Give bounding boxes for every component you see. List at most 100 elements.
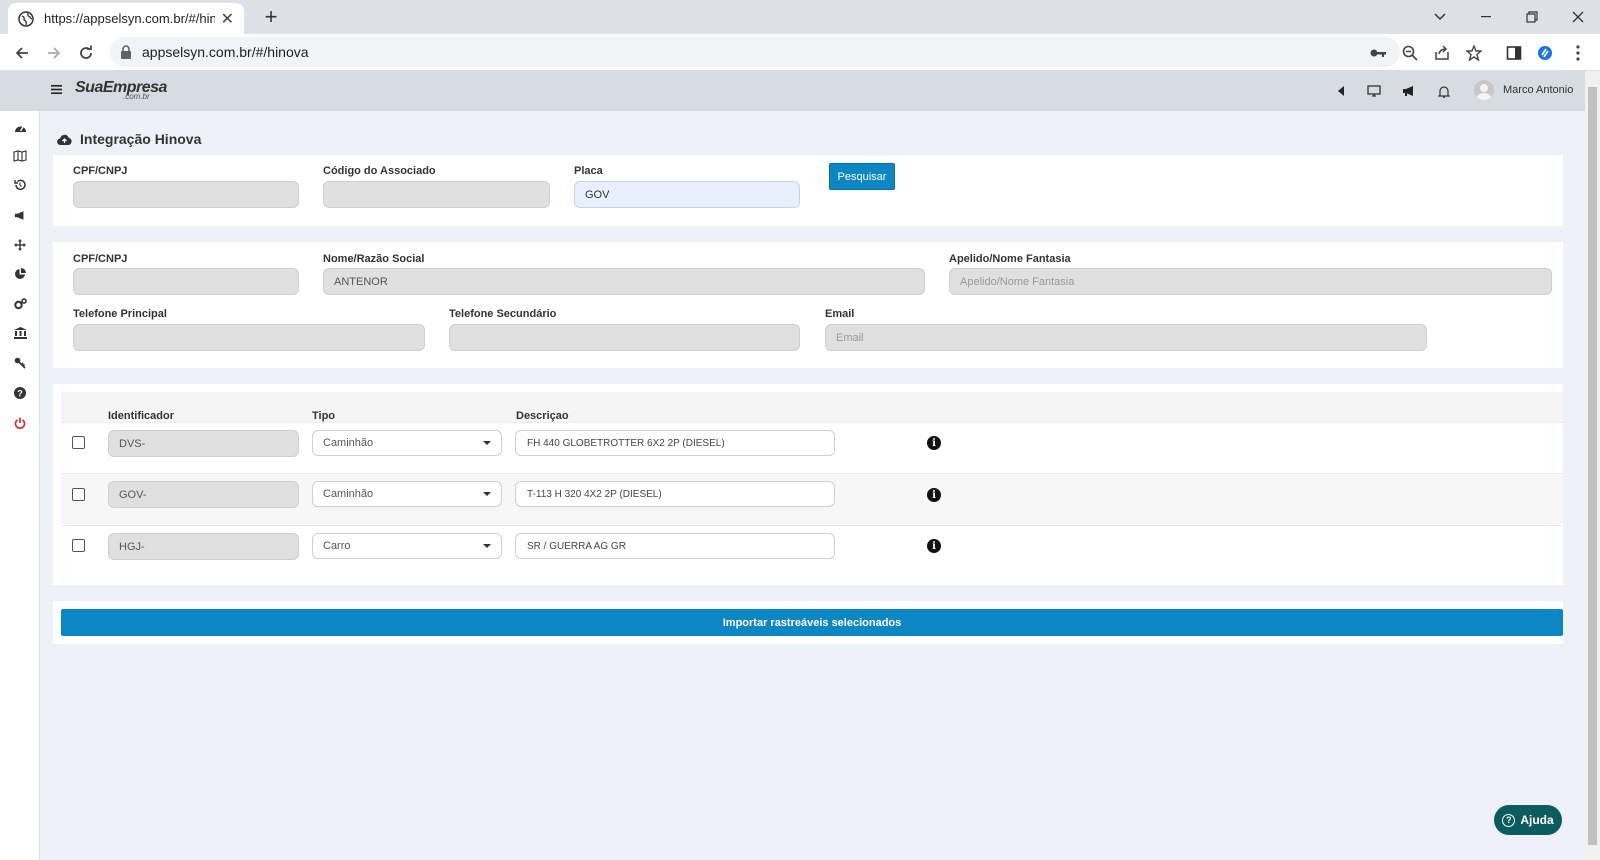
- back-icon[interactable]: [9, 40, 35, 66]
- search-cpf-label: CPF/CNPJ: [73, 165, 128, 177]
- browser-tabstrip: https://appselsyn.com.br/#/hinova ✕ +: [0, 0, 1600, 34]
- close-tab-icon[interactable]: ✕: [221, 9, 234, 29]
- chevron-down-icon: [483, 441, 491, 445]
- row-checkbox[interactable]: [72, 539, 85, 552]
- info-icon[interactable]: i: [927, 488, 941, 502]
- info-icon[interactable]: i: [927, 436, 941, 450]
- extension-icon[interactable]: [1535, 43, 1555, 63]
- email-label: Email: [825, 308, 855, 320]
- importar-button[interactable]: Importar rastreáveis selecionados: [61, 609, 1563, 636]
- search-codigo-label: Código do Associado: [323, 165, 436, 177]
- row-identificador[interactable]: DVS-: [108, 430, 299, 457]
- row-checkbox[interactable]: [72, 488, 85, 501]
- bell-icon[interactable]: [1436, 83, 1452, 99]
- col-tipo: Tipo: [312, 410, 336, 422]
- page-title: Integração Hinova: [57, 131, 201, 147]
- key-icon[interactable]: [12, 355, 28, 371]
- help-icon: ?: [1502, 813, 1516, 827]
- map-icon[interactable]: [12, 148, 28, 164]
- pesquisar-button[interactable]: Pesquisar: [829, 163, 895, 190]
- new-tab-button[interactable]: +: [258, 4, 284, 30]
- apelido-input[interactable]: Apelido/Nome Fantasia: [949, 268, 1552, 295]
- minimize-icon[interactable]: [1463, 0, 1509, 34]
- telefone-secundario-input[interactable]: [449, 324, 800, 351]
- telefone-secundario-label: Telefone Secundário: [449, 308, 557, 320]
- chevron-down-icon: [483, 492, 491, 496]
- help-circle-icon[interactable]: ?: [12, 385, 28, 401]
- row-tipo-select[interactable]: Caminhão: [312, 481, 502, 507]
- share-icon[interactable]: [1432, 43, 1452, 63]
- hamburger-menu-icon[interactable]: [51, 84, 62, 95]
- collapse-left-icon[interactable]: [1333, 83, 1349, 99]
- row-tipo-value: Carro: [323, 540, 351, 552]
- search-codigo-input[interactable]: [323, 181, 550, 208]
- nome-input[interactable]: ANTENOR: [323, 268, 925, 295]
- search-cpf-input[interactable]: [73, 181, 299, 208]
- arrows-icon[interactable]: [12, 237, 28, 253]
- megaphone-icon[interactable]: [1401, 83, 1417, 99]
- address-bar[interactable]: appselsyn.com.br/#/hinova: [110, 37, 1400, 67]
- svg-text:?: ?: [17, 388, 23, 398]
- telefone-principal-input[interactable]: [73, 324, 425, 351]
- chevron-down-icon: [483, 544, 491, 548]
- reload-icon[interactable]: [73, 40, 99, 66]
- globe-icon: [18, 10, 34, 27]
- app-logo-subtitle: .com.br: [123, 92, 150, 101]
- row-tipo-select[interactable]: Carro: [312, 533, 502, 559]
- history-icon[interactable]: [12, 177, 28, 193]
- app-header: SuaEmpresa: [0, 71, 1585, 111]
- megaphone-icon[interactable]: [12, 207, 28, 223]
- user-name[interactable]: Marco Antonio: [1503, 84, 1573, 96]
- row-tipo-value: Caminhão: [323, 437, 374, 449]
- browser-toolbar: appselsyn.com.br/#/hinova: [0, 34, 1600, 71]
- forward-icon[interactable]: [41, 40, 67, 66]
- ajuda-label: Ajuda: [1520, 813, 1554, 827]
- lock-icon: [121, 45, 131, 59]
- row-tipo-select[interactable]: Caminhão: [312, 430, 502, 456]
- table-header: [61, 392, 1563, 422]
- col-identificador: Identificador: [108, 410, 175, 422]
- email-input[interactable]: Email: [825, 324, 1427, 351]
- apelido-label: Apelido/Nome Fantasia: [949, 253, 1071, 265]
- associado-cpf-label: CPF/CNPJ: [73, 253, 128, 265]
- bookmark-star-icon[interactable]: [1464, 43, 1484, 63]
- row-descricao[interactable]: FH 440 GLOBETROTTER 6X2 2P (DIESEL): [515, 430, 835, 456]
- col-descricao: Descriçao: [516, 410, 569, 422]
- scrollbar-thumb[interactable]: [1588, 87, 1597, 845]
- url-text: appselsyn.com.br/#/hinova: [142, 44, 309, 60]
- tab-search-icon[interactable]: [1417, 0, 1463, 34]
- menu-dots-icon[interactable]: [1568, 43, 1588, 63]
- search-placa-label: Placa: [574, 165, 603, 177]
- cogs-icon[interactable]: [12, 296, 28, 312]
- search-placa-input[interactable]: GOV: [574, 181, 800, 208]
- row-identificador[interactable]: HGJ-: [108, 533, 299, 560]
- row-descricao[interactable]: T-113 H 320 4X2 2P (DIESEL): [515, 481, 835, 507]
- pie-chart-icon[interactable]: [12, 266, 28, 282]
- power-off-icon[interactable]: [12, 415, 28, 431]
- nome-label: Nome/Razão Social: [323, 253, 425, 265]
- sidebar: ?: [0, 111, 40, 860]
- browser-tab[interactable]: https://appselsyn.com.br/#/hinova ✕: [8, 3, 244, 34]
- user-avatar[interactable]: [1474, 80, 1494, 100]
- dashboard-icon[interactable]: [12, 119, 28, 135]
- cloud-upload-icon: [57, 134, 72, 145]
- info-icon[interactable]: i: [927, 539, 941, 553]
- app-logo[interactable]: SuaEmpresa: [75, 79, 167, 97]
- row-tipo-value: Caminhão: [323, 488, 374, 500]
- zoom-out-icon[interactable]: [1400, 43, 1420, 63]
- monitor-icon[interactable]: [1366, 83, 1382, 99]
- row-identificador[interactable]: GOV-: [108, 481, 299, 508]
- row-descricao[interactable]: SR / GUERRA AG GR: [515, 533, 835, 559]
- telefone-principal-label: Telefone Principal: [73, 308, 167, 320]
- ajuda-button[interactable]: ? Ajuda: [1494, 805, 1562, 835]
- page-title-text: Integração Hinova: [80, 131, 202, 147]
- page-scrollbar[interactable]: [1585, 71, 1600, 860]
- side-panel-icon[interactable]: [1504, 43, 1524, 63]
- tab-title: https://appselsyn.com.br/#/hinova: [44, 11, 215, 26]
- key-icon[interactable]: [1368, 43, 1388, 63]
- close-window-icon[interactable]: [1555, 0, 1600, 34]
- bank-icon[interactable]: [12, 325, 28, 341]
- row-checkbox[interactable]: [72, 436, 85, 449]
- restore-icon[interactable]: [1509, 0, 1555, 34]
- associado-cpf-input[interactable]: [73, 268, 299, 295]
